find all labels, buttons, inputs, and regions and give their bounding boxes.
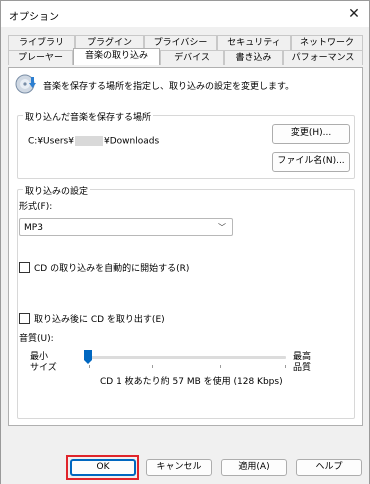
tab-security[interactable]: セキュリティ (217, 35, 291, 50)
quality-label: 音質(U): (19, 334, 54, 344)
tab-library[interactable]: ライブラリ (8, 35, 75, 50)
change-location-button[interactable]: 変更(H)... (272, 124, 350, 144)
slider-tick (220, 365, 221, 368)
chevron-down-icon: ﹀ (218, 223, 226, 232)
tab-burn[interactable]: 書き込み (224, 50, 283, 65)
auto-rip-label: CD の取り込みを自動的に開始する(R) (34, 264, 190, 274)
format-value: MP3 (24, 223, 43, 233)
format-select[interactable]: MP3 ﹀ (19, 218, 233, 236)
auto-rip-checkbox-row[interactable]: CD の取り込みを自動的に開始する(R) (19, 261, 189, 274)
save-location-group: 取り込んだ音楽を保存する場所 C:¥Users¥ ¥Downloads 変更(H)… (17, 110, 355, 179)
quality-slider-thumb[interactable] (84, 350, 92, 364)
tab-rip-music[interactable]: 音楽の取り込み (73, 48, 160, 65)
save-path: C:¥Users¥ ¥Downloads (28, 136, 160, 147)
title-bar: オプション ✕ (1, 1, 369, 27)
apply-button[interactable]: 適用(A) (221, 459, 287, 476)
min-size-label-2: サイズ (30, 363, 57, 373)
tab-devices[interactable]: デバイス (160, 50, 224, 65)
tab-player[interactable]: プレーヤー (8, 50, 73, 65)
save-location-legend: 取り込んだ音楽を保存する場所 (23, 110, 154, 123)
window-title: オプション (9, 12, 59, 23)
tab-network[interactable]: ネットワーク (291, 35, 363, 50)
redacted-username (74, 136, 103, 146)
close-icon[interactable]: ✕ (339, 1, 369, 27)
help-button[interactable]: ヘルプ (296, 459, 362, 476)
rip-settings-legend: 取り込みの設定 (23, 184, 91, 197)
eject-label: 取り込み後に CD を取り出す(E) (34, 315, 165, 325)
max-quality-label-2: 品質 (293, 363, 312, 373)
eject-checkbox[interactable] (19, 313, 30, 324)
dialog-button-bar: OK キャンセル 適用(A) ヘルプ (1, 443, 369, 484)
slider-tick (152, 365, 153, 368)
intro-text: 音楽を保存する場所を指定し、取り込みの設定を変更します。 (43, 82, 295, 92)
options-dialog: オプション ✕ ライブラリ プラグイン プライバシー セキュリティ ネットワーク… (0, 0, 370, 484)
format-label: 形式(F): (19, 202, 53, 212)
ok-button-highlight (66, 455, 139, 480)
rip-music-icon (15, 74, 36, 94)
eject-checkbox-row[interactable]: 取り込み後に CD を取り出す(E) (19, 312, 165, 325)
slider-tick (89, 365, 90, 368)
rip-music-panel: 音楽を保存する場所を指定し、取り込みの設定を変更します。 取り込んだ音楽を保存す… (8, 67, 363, 426)
tab-performance[interactable]: パフォーマンス (283, 50, 363, 65)
cancel-button[interactable]: キャンセル (146, 459, 212, 476)
auto-rip-checkbox[interactable] (19, 262, 30, 273)
quality-description: CD 1 枚あたり約 57 MB を使用 (128 Kbps) (100, 377, 283, 387)
slider-tick (285, 365, 286, 368)
quality-slider-track[interactable] (84, 356, 286, 359)
filename-button[interactable]: ファイル名(N)... (272, 152, 350, 172)
